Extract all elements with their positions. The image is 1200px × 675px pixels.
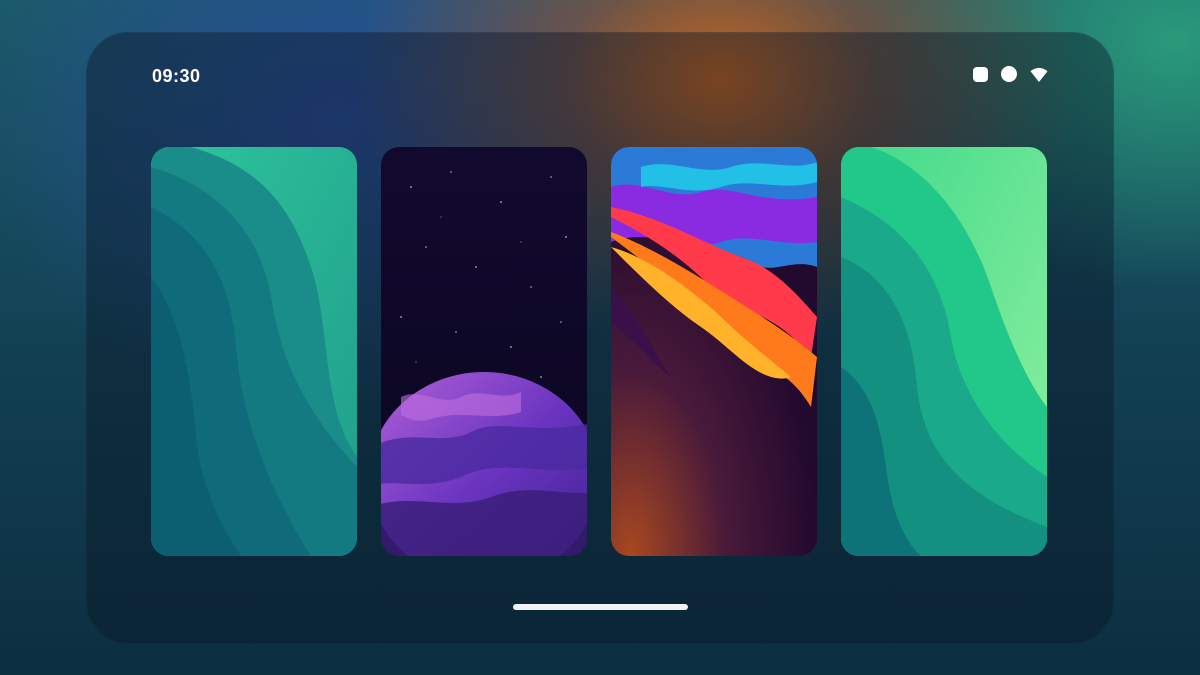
home-indicator[interactable] bbox=[513, 604, 688, 610]
wallpaper-card-green-waves[interactable] bbox=[841, 147, 1047, 556]
square-icon bbox=[973, 66, 988, 82]
status-icons bbox=[973, 66, 1048, 82]
wifi-icon bbox=[1030, 67, 1048, 82]
launcher-frame: 09:30 bbox=[86, 32, 1114, 644]
wallpaper-teal-waves-image bbox=[151, 147, 357, 556]
wallpaper-green-waves-image bbox=[841, 147, 1047, 556]
wallpaper-color-flames-image bbox=[611, 147, 817, 556]
wallpaper-card-teal-waves[interactable] bbox=[151, 147, 357, 556]
wallpaper-card-purple-planet[interactable] bbox=[381, 147, 587, 556]
wallpaper-card-color-flames[interactable] bbox=[611, 147, 817, 556]
circle-icon bbox=[1001, 66, 1017, 82]
status-time: 09:30 bbox=[152, 66, 201, 86]
wallpaper-purple-planet-image bbox=[381, 147, 587, 556]
